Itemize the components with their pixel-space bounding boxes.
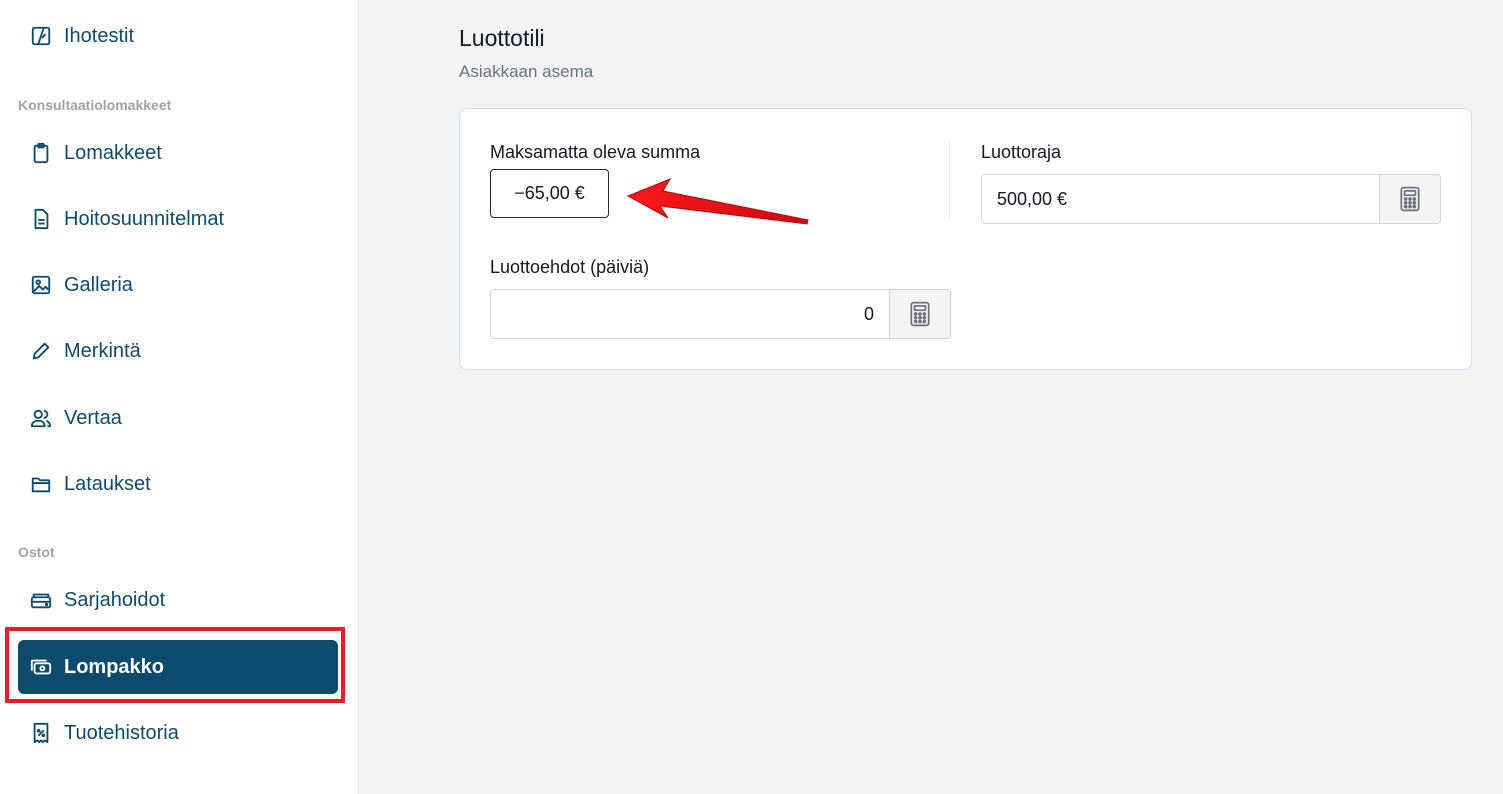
sidebar-item-label: Vertaa [64, 406, 122, 429]
sidebar-item-hoitosuunnitelmat[interactable]: Hoitosuunnitelmat [18, 192, 338, 246]
card-stack-icon [30, 589, 52, 611]
sidebar-item-merkinta[interactable]: Merkintä [18, 324, 338, 378]
sidebar-item-lomakkeet[interactable]: Lomakkeet [18, 126, 338, 180]
column-divider [949, 140, 950, 220]
sidebar-item-label: Galleria [64, 273, 133, 296]
sidebar-item-label: Tuotehistoria [64, 721, 179, 744]
credit-terms-input-group [490, 289, 951, 339]
sidebar-item-label: Merkintä [64, 339, 141, 362]
credit-terms-label: Luottoehdot (päiviä) [490, 257, 650, 277]
folder-icon [30, 473, 52, 495]
sidebar-item-label: Lataukset [64, 472, 151, 495]
page-subtitle: Asiakkaan asema [459, 62, 594, 81]
clipboard-icon [30, 142, 52, 164]
sidebar-item-lataukset[interactable]: Lataukset [18, 457, 338, 511]
sidebar-item-label: Ihotestit [64, 24, 135, 47]
sidebar-item-vertaa[interactable]: Vertaa [18, 391, 338, 445]
credit-limit-input[interactable] [982, 175, 1379, 223]
credit-limit-calculator-button[interactable] [1379, 175, 1440, 223]
red-arrow-annotation-icon [626, 177, 809, 225]
sidebar-item-sarjahoidot[interactable]: Sarjahoidot [18, 573, 338, 627]
sidebar-item-galleria[interactable]: Galleria [18, 258, 338, 312]
credit-terms-calculator-button[interactable] [889, 290, 950, 338]
section-label-purchases: Ostot [18, 544, 55, 560]
page-title: Luottotili [459, 25, 545, 51]
skin-test-icon [30, 25, 52, 47]
pencil-icon [30, 340, 52, 362]
outstanding-amount-value: −65,00 € [490, 169, 609, 218]
calculator-icon [1400, 186, 1420, 212]
sidebar-item-label: Sarjahoidot [64, 588, 166, 611]
credit-limit-input-group [981, 174, 1441, 224]
section-label-consultation: Konsultaatiolomakkeet [18, 97, 172, 113]
sidebar-item-ihotestit[interactable]: Ihotestit [18, 9, 338, 63]
sidebar-item-label: Lomakkeet [64, 141, 162, 164]
credit-terms-input[interactable] [491, 290, 889, 338]
sidebar-item-tuotehistoria[interactable]: Tuotehistoria [18, 706, 338, 760]
highlight-annotation-box [5, 627, 345, 703]
credit-limit-label: Luottoraja [981, 142, 1062, 162]
sidebar-item-label: Hoitosuunnitelmat [64, 207, 225, 230]
outstanding-amount-label: Maksamatta oleva summa [490, 142, 701, 162]
image-icon [30, 274, 52, 296]
document-icon [30, 208, 52, 230]
receipt-icon [30, 722, 52, 744]
users-icon [30, 407, 52, 429]
calculator-icon [910, 301, 930, 327]
